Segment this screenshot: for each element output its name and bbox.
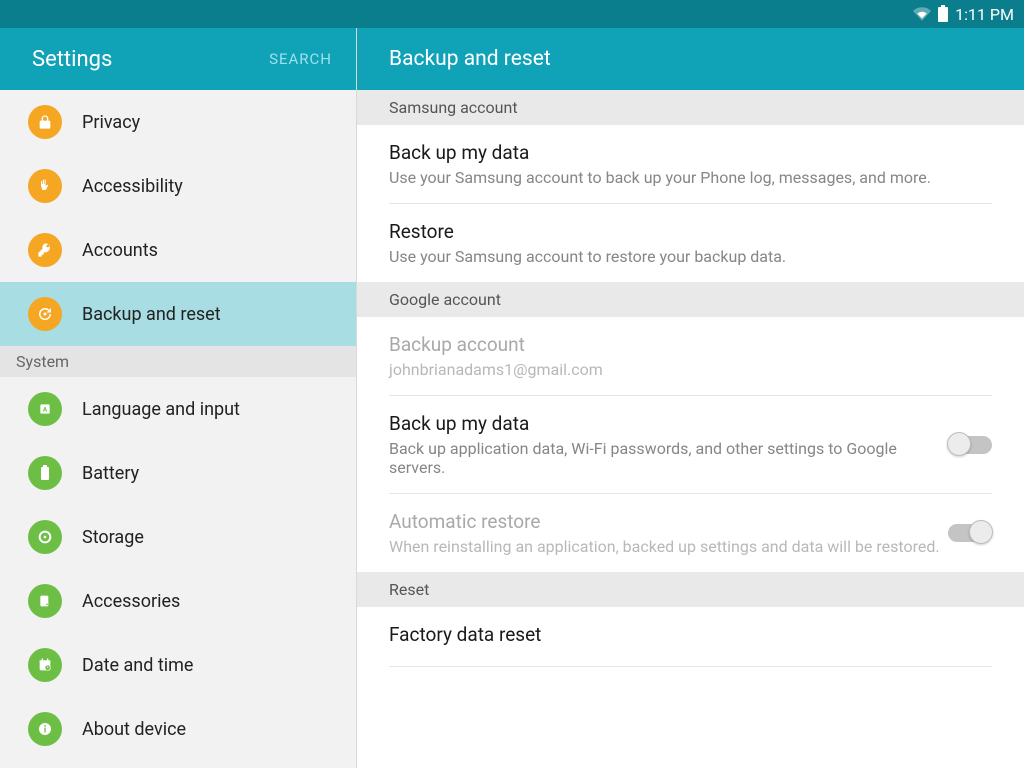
sidebar-item-label: Date and time — [82, 655, 193, 676]
sidebar-group-system: System — [0, 346, 356, 377]
sidebar-item-accessibility[interactable]: Accessibility — [0, 154, 356, 218]
sidebar-item-accounts[interactable]: Accounts — [0, 218, 356, 282]
sidebar-item-label: Battery — [82, 463, 139, 484]
section-reset: Reset — [357, 572, 1024, 607]
sidebar: Settings SEARCH Privacy Accessibility — [0, 28, 357, 768]
battery-icon — [28, 456, 62, 490]
sidebar-item-language-and-input[interactable]: A Language and input — [0, 377, 356, 441]
status-bar: 1:11 PM — [0, 0, 1024, 28]
row-title: Back up my data — [389, 141, 992, 164]
row-subtitle: Back up application data, Wi-Fi password… — [389, 439, 948, 477]
sidebar-item-backup-and-reset[interactable]: Backup and reset — [0, 282, 356, 346]
info-icon — [28, 712, 62, 746]
sidebar-item-label: Accessibility — [82, 176, 183, 197]
row-title: Back up my data — [389, 412, 948, 435]
lock-icon — [28, 105, 62, 139]
calendar-icon — [28, 648, 62, 682]
sidebar-item-about-device[interactable]: About device — [0, 697, 356, 761]
sidebar-item-label: Accessories — [82, 591, 180, 612]
row-subtitle: When reinstalling an application, backed… — [389, 537, 948, 556]
sidebar-item-date-and-time[interactable]: Date and time — [0, 633, 356, 697]
backup-icon — [28, 297, 62, 331]
content-header: Backup and reset — [357, 28, 1024, 90]
row-samsung-backup[interactable]: Back up my data Use your Samsung account… — [357, 125, 1024, 203]
row-title: Factory data reset — [389, 623, 992, 646]
content-pane: Backup and reset Samsung account Back up… — [357, 28, 1024, 768]
sidebar-header: Settings SEARCH — [0, 28, 356, 90]
section-samsung-account: Samsung account — [357, 90, 1024, 125]
row-subtitle: Use your Samsung account to restore your… — [389, 247, 992, 266]
sidebar-title: Settings — [32, 47, 112, 72]
sidebar-item-accessories[interactable]: Accessories — [0, 569, 356, 633]
row-subtitle: Use your Samsung account to back up your… — [389, 168, 992, 187]
sidebar-item-label: Privacy — [82, 112, 140, 133]
sidebar-item-label: Storage — [82, 527, 144, 548]
battery-icon — [937, 5, 949, 23]
toggle-automatic-restore — [948, 524, 992, 542]
page-title: Backup and reset — [389, 47, 551, 71]
row-samsung-restore[interactable]: Restore Use your Samsung account to rest… — [357, 204, 1024, 282]
storage-icon — [28, 520, 62, 554]
hand-icon — [28, 169, 62, 203]
sidebar-item-storage[interactable]: Storage — [0, 505, 356, 569]
search-button[interactable]: SEARCH — [269, 50, 332, 68]
row-backup-account: Backup account johnbrianadams1@gmail.com — [357, 317, 1024, 395]
sidebar-item-label: Accounts — [82, 240, 158, 261]
toggle-google-backup[interactable] — [948, 436, 992, 454]
section-google-account: Google account — [357, 282, 1024, 317]
accessories-icon — [28, 584, 62, 618]
row-automatic-restore: Automatic restore When reinstalling an a… — [357, 494, 1024, 572]
row-google-backup[interactable]: Back up my data Back up application data… — [357, 396, 1024, 493]
row-title: Restore — [389, 220, 992, 243]
sidebar-item-label: Language and input — [82, 399, 240, 420]
sidebar-item-label: Backup and reset — [82, 304, 221, 325]
sidebar-item-privacy[interactable]: Privacy — [0, 90, 356, 154]
row-subtitle: johnbrianadams1@gmail.com — [389, 360, 992, 379]
row-factory-reset[interactable]: Factory data reset — [357, 607, 1024, 666]
key-icon — [28, 233, 62, 267]
language-icon: A — [28, 392, 62, 426]
svg-text:A: A — [43, 406, 48, 414]
status-time: 1:11 PM — [955, 5, 1014, 24]
sidebar-list: Privacy Accessibility Accounts Backup an… — [0, 90, 356, 768]
sidebar-item-battery[interactable]: Battery — [0, 441, 356, 505]
divider — [389, 666, 992, 667]
sidebar-item-label: About device — [82, 719, 186, 740]
row-title: Backup account — [389, 333, 992, 356]
wifi-icon — [913, 5, 931, 23]
row-title: Automatic restore — [389, 510, 948, 533]
